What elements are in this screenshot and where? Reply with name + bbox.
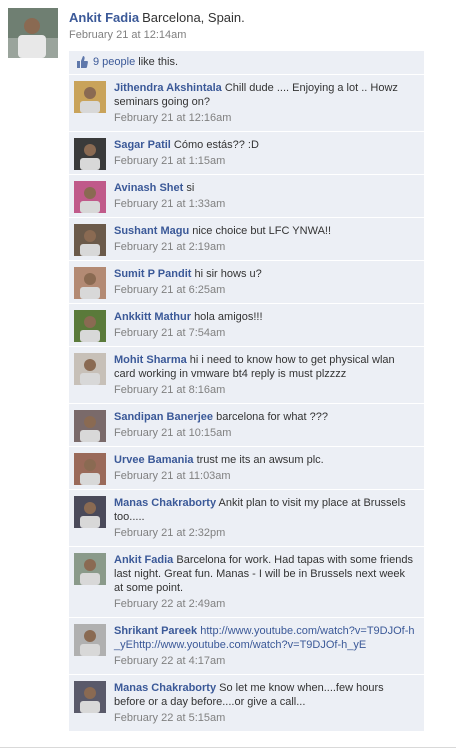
comment-text: barcelona for what ???	[216, 411, 329, 423]
comment-timestamp[interactable]: February 21 at 11:03am	[114, 469, 416, 483]
commenter-name[interactable]: Ankit Fadia	[114, 554, 173, 566]
commenter-name[interactable]: Sandipan Banerjee	[114, 411, 213, 423]
comment-item: Sagar Patil Cómo estás?? :D February 21 a…	[69, 132, 424, 175]
comment-timestamp[interactable]: February 21 at 8:16am	[114, 383, 416, 397]
comment-timestamp[interactable]: February 21 at 1:33am	[114, 197, 416, 211]
comment-body: Avinash Shet si February 21 at 1:33am	[114, 175, 424, 217]
comment-text: Cómo estás?? :D	[173, 139, 259, 151]
comment-timestamp[interactable]: February 21 at 7:54am	[114, 326, 416, 340]
comment-item: Sumit P Pandit hi sir hows u? February 21…	[69, 261, 424, 304]
commenter-name[interactable]: Sagar Patil	[114, 139, 171, 151]
comment-body: Manas Chakraborty Ankit plan to visit my…	[114, 490, 424, 546]
commenter-avatar[interactable]	[74, 81, 106, 113]
comment-body: Jithendra Akshintala Chill dude .... Enj…	[114, 75, 424, 131]
comment-body: Ankit Fadia Barcelona for work. Had tapa…	[114, 547, 424, 617]
comment-item: Urvee Bamania trust me its an awsum plc.…	[69, 447, 424, 490]
comment-timestamp[interactable]: February 21 at 2:32pm	[114, 526, 416, 540]
comment-item: Ankit Fadia Barcelona for work. Had tapa…	[69, 547, 424, 618]
likes-suffix: like this.	[135, 56, 179, 68]
commenter-name[interactable]: Manas Chakraborty	[114, 682, 216, 694]
commenter-name[interactable]: Sumit P Pandit	[114, 268, 191, 280]
comment-text: hola amigos!!!	[194, 311, 263, 323]
commenter-avatar[interactable]	[74, 224, 106, 256]
commenter-name[interactable]: Jithendra Akshintala	[114, 82, 222, 94]
comment-timestamp[interactable]: February 22 at 2:49am	[114, 597, 416, 611]
comment-timestamp[interactable]: February 21 at 10:15am	[114, 426, 416, 440]
comment-timestamp[interactable]: February 21 at 1:15am	[114, 154, 416, 168]
comment-body: Sushant Magu nice choice but LFC YNWA!! F…	[114, 218, 424, 260]
post-author-avatar[interactable]	[8, 8, 58, 58]
thumbs-up-icon	[77, 56, 88, 68]
post-author-name[interactable]: Ankit Fadia	[69, 10, 139, 25]
commenter-name[interactable]: Shrikant Pareek	[114, 625, 197, 637]
commenter-avatar[interactable]	[74, 453, 106, 485]
comment-text: nice choice but LFC YNWA!!	[192, 225, 332, 237]
comment-timestamp[interactable]: February 21 at 6:25am	[114, 283, 416, 297]
comment-item: Sushant Magu nice choice but LFC YNWA!! F…	[69, 218, 424, 261]
commenter-name[interactable]: Urvee Bamania	[114, 454, 194, 466]
comment-text: hi sir hows u?	[194, 268, 262, 280]
comment-item: Avinash Shet si February 21 at 1:33am	[69, 175, 424, 218]
post-timestamp[interactable]: February 21 at 12:14am	[69, 29, 439, 41]
post-header: Ankit Fadia Barcelona, Spain. February 2…	[69, 10, 439, 41]
comment-body: Shrikant Pareek http://www.youtube.com/w…	[114, 618, 424, 674]
divider	[0, 747, 456, 748]
commenter-name[interactable]: Mohit Sharma	[114, 354, 187, 366]
comment-thread: 9 people like this. Jithendra Akshintala…	[69, 51, 424, 732]
comment-text: si	[186, 182, 195, 194]
commenter-name[interactable]: Sushant Magu	[114, 225, 189, 237]
commenter-avatar[interactable]	[74, 681, 106, 713]
comment-item: Manas Chakraborty Ankit plan to visit my…	[69, 490, 424, 547]
comment-timestamp[interactable]: February 21 at 2:19am	[114, 240, 416, 254]
commenter-avatar[interactable]	[74, 553, 106, 585]
comment-body: Mohit Sharma hi i need to know how to ge…	[114, 347, 424, 403]
commenter-name[interactable]: Manas Chakraborty	[114, 497, 216, 509]
commenter-avatar[interactable]	[74, 138, 106, 170]
comment-body: Urvee Bamania trust me its an awsum plc.…	[114, 447, 424, 489]
comment-body: Ankkitt Mathur hola amigos!!! February 21…	[114, 304, 424, 346]
likes-text: 9 people like this.	[93, 56, 178, 68]
commenter-name[interactable]: Avinash Shet	[114, 182, 183, 194]
comment-item: Jithendra Akshintala Chill dude .... Enj…	[69, 75, 424, 132]
comment-item: Ankkitt Mathur hola amigos!!! February 21…	[69, 304, 424, 347]
comment-timestamp[interactable]: February 22 at 4:17am	[114, 654, 416, 668]
comment-item: Mohit Sharma hi i need to know how to ge…	[69, 347, 424, 404]
comment-body: Sandipan Banerjee barcelona for what ???…	[114, 404, 424, 446]
commenter-avatar[interactable]	[74, 624, 106, 656]
commenter-avatar[interactable]	[74, 353, 106, 385]
comment-body: Sagar Patil Cómo estás?? :D February 21 a…	[114, 132, 424, 174]
commenter-avatar[interactable]	[74, 496, 106, 528]
comment-item: Manas Chakraborty So let me know when...…	[69, 675, 424, 732]
likes-count-link[interactable]: 9 people	[93, 56, 135, 68]
likes-bar: 9 people like this.	[69, 51, 424, 75]
commenter-name[interactable]: Ankkitt Mathur	[114, 311, 191, 323]
comment-body: Sumit P Pandit hi sir hows u? February 21…	[114, 261, 424, 303]
comment-item: Sandipan Banerjee barcelona for what ???…	[69, 404, 424, 447]
post-text: Barcelona, Spain.	[142, 10, 245, 25]
commenter-avatar[interactable]	[74, 310, 106, 342]
comment-timestamp[interactable]: February 21 at 12:16am	[114, 111, 416, 125]
comment-text: trust me its an awsum plc.	[196, 454, 324, 466]
comment-body: Manas Chakraborty So let me know when...…	[114, 675, 424, 731]
comment-item: Shrikant Pareek http://www.youtube.com/w…	[69, 618, 424, 675]
commenter-avatar[interactable]	[74, 267, 106, 299]
comment-timestamp[interactable]: February 22 at 5:15am	[114, 711, 416, 725]
commenter-avatar[interactable]	[74, 410, 106, 442]
commenter-avatar[interactable]	[74, 181, 106, 213]
